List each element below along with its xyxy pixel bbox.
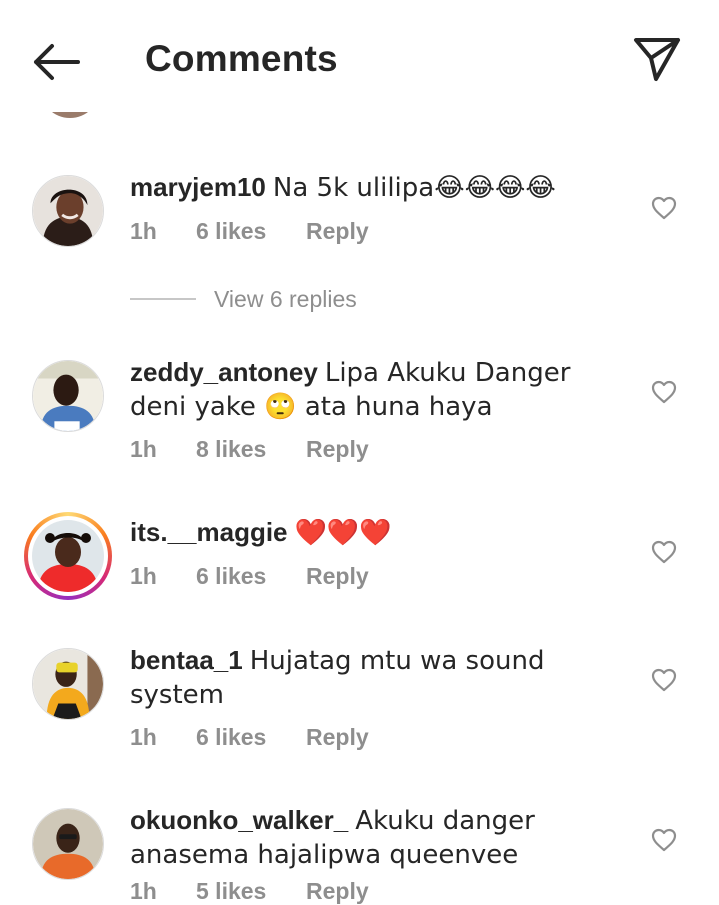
comment-likes[interactable]: 6 likes (196, 724, 306, 751)
heart-outline-icon[interactable] (651, 540, 677, 564)
avatar[interactable] (32, 360, 104, 432)
comment-meta: 1h 6 likes Reply (130, 724, 369, 751)
comment-username[interactable]: okuonko_walker_ (130, 805, 348, 835)
avatar[interactable] (32, 648, 104, 720)
comment-text: its.__maggie ❤️❤️❤️ (130, 516, 625, 550)
page-title: Comments (145, 38, 338, 79)
comment-text: maryjem10 Na 5k ulilipa😂😂😂😂 (130, 171, 625, 205)
comment-time: 1h (130, 436, 157, 462)
reply-button[interactable]: Reply (306, 724, 369, 751)
heart-outline-icon[interactable] (651, 380, 677, 404)
heart-outline-icon[interactable] (651, 196, 677, 220)
avatar (28, 516, 108, 596)
comment-username[interactable]: zeddy_antoney (130, 357, 318, 387)
reply-button[interactable]: Reply (306, 436, 369, 463)
header-bar: Comments (0, 0, 719, 112)
comment-meta: 1h 5 likes Reply (130, 878, 369, 905)
comment-time: 1h (130, 724, 157, 750)
comment-meta: 1h 6 likes Reply (130, 563, 369, 590)
comment-text: zeddy_antoney Lipa Akuku Danger deni yake… (130, 356, 625, 424)
comment-likes[interactable]: 8 likes (196, 436, 306, 463)
comment-time: 1h (130, 878, 157, 904)
avatar-story-ring[interactable] (24, 512, 112, 600)
reply-button[interactable]: Reply (306, 878, 369, 905)
avatar[interactable] (32, 175, 104, 247)
comment-text: bentaa_1 Hujatag mtu wa sound system (130, 644, 625, 712)
comment-likes[interactable]: 6 likes (196, 563, 306, 590)
comment-likes[interactable]: 6 likes (196, 218, 306, 245)
comment-time: 1h (130, 563, 157, 589)
reply-button[interactable]: Reply (306, 218, 369, 245)
back-arrow-icon[interactable] (28, 38, 84, 86)
comment-username[interactable]: bentaa_1 (130, 645, 243, 675)
heart-outline-icon[interactable] (651, 668, 677, 692)
comment-text: okuonko_walker_ Akuku danger anasema haja… (130, 804, 625, 872)
heart-outline-icon[interactable] (651, 828, 677, 852)
view-replies-label: View 6 replies (214, 286, 357, 312)
comment-time: 1h (130, 218, 157, 244)
avatar[interactable] (32, 808, 104, 880)
comment-likes[interactable]: 5 likes (196, 878, 306, 905)
reply-button[interactable]: Reply (306, 563, 369, 590)
comment-body: ❤️❤️❤️ (294, 518, 392, 548)
paper-plane-icon[interactable] (630, 34, 684, 84)
comment-meta: 1h 6 likes Reply (130, 218, 369, 245)
comment-username[interactable]: its.__maggie (130, 517, 288, 547)
comment-username[interactable]: maryjem10 (130, 172, 266, 202)
divider (130, 298, 196, 300)
comment-meta: 1h 8 likes Reply (130, 436, 369, 463)
comment-body: Na 5k ulilipa😂😂😂😂 (272, 173, 556, 203)
